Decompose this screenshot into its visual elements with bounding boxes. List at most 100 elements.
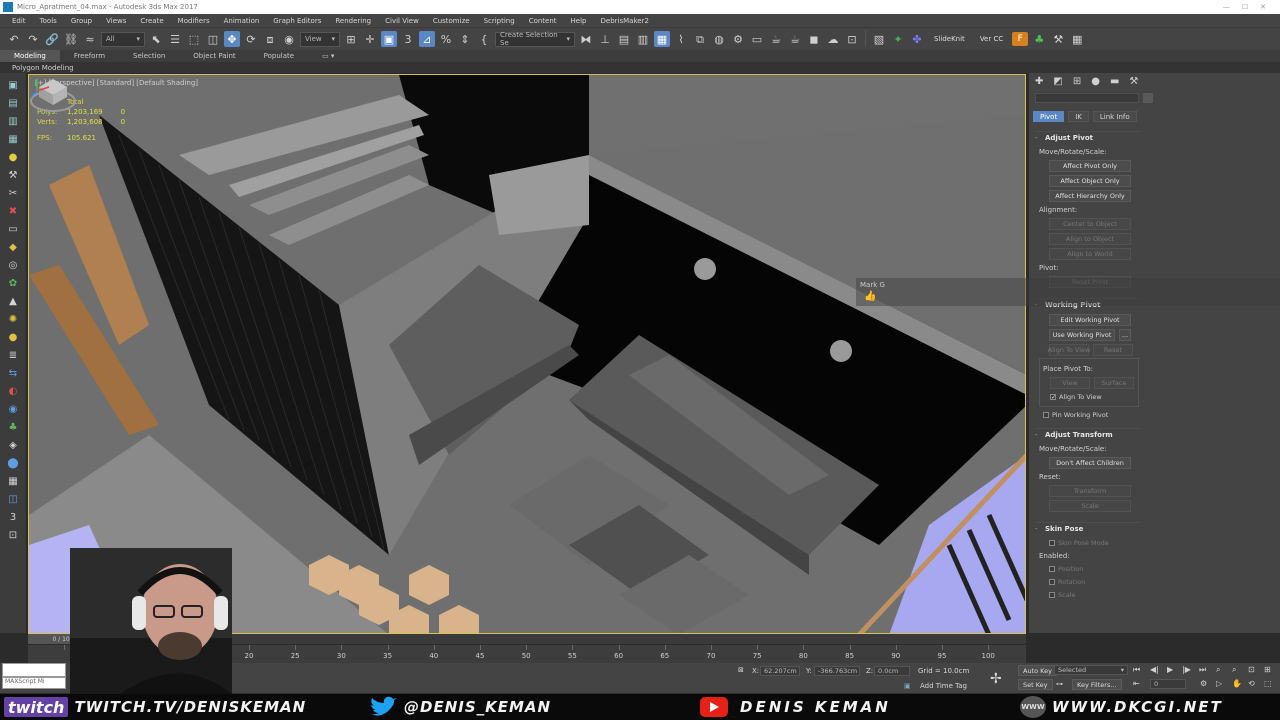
- create-tab-icon[interactable]: ✚: [1035, 76, 1043, 87]
- select-by-name-icon[interactable]: ☰: [167, 31, 183, 47]
- tab-object-paint[interactable]: Object Paint: [179, 50, 249, 62]
- website-link[interactable]: WWW WWW.DKCGI.NET: [1020, 694, 1223, 720]
- menu-tools[interactable]: Tools: [33, 17, 64, 25]
- keyboard-shortcut-override-icon[interactable]: ▣: [381, 31, 397, 47]
- menu-views[interactable]: Views: [99, 17, 133, 25]
- select-manipulate-icon[interactable]: ✛: [362, 31, 378, 47]
- vercc-button[interactable]: Ver CC: [974, 35, 1009, 43]
- script-window-icon[interactable]: ▧: [871, 31, 887, 47]
- maxscript-label[interactable]: MAXScript Mi: [2, 677, 66, 689]
- render-cloud-icon[interactable]: ☁: [825, 31, 841, 47]
- minimize-icon[interactable]: —: [1223, 3, 1230, 11]
- toggle-scene-explorer-icon[interactable]: ▤: [616, 31, 632, 47]
- undo-icon[interactable]: ↶: [6, 31, 22, 47]
- menu-customize[interactable]: Customize: [426, 17, 477, 25]
- skin-pose-mode-checkbox[interactable]: Skin Pose Mode: [1049, 537, 1141, 548]
- render-production-icon[interactable]: ☕: [768, 31, 784, 47]
- auto-key-button[interactable]: Auto Key: [1018, 665, 1057, 676]
- tool-icon[interactable]: ⚒: [6, 169, 20, 182]
- place-view-button[interactable]: View: [1050, 377, 1090, 389]
- pivot-center-icon[interactable]: ⊞: [343, 31, 359, 47]
- rollout-adjust-pivot[interactable]: - Adjust Pivot: [1035, 131, 1141, 144]
- motion-tab-icon[interactable]: ●: [1091, 76, 1100, 87]
- tool-icon[interactable]: ⇆: [6, 367, 20, 380]
- menu-scripting[interactable]: Scripting: [477, 17, 522, 25]
- menu-group[interactable]: Group: [64, 17, 99, 25]
- tool-icon[interactable]: ⊡: [6, 529, 20, 542]
- time-config-icon[interactable]: ⚙: [1200, 679, 1207, 688]
- key-selection-dropdown[interactable]: Selected ▾: [1054, 665, 1128, 675]
- tab-pivot[interactable]: Pivot: [1033, 111, 1065, 122]
- set-key-button[interactable]: Set Key: [1018, 679, 1053, 690]
- tool-icon[interactable]: ✖: [6, 205, 20, 218]
- close-icon[interactable]: ✕: [1260, 3, 1266, 11]
- previous-frame-icon[interactable]: ◀|: [1150, 665, 1159, 674]
- angle-snap-icon[interactable]: ⊿: [419, 31, 435, 47]
- rendered-frame-window-icon[interactable]: ▭: [749, 31, 765, 47]
- tool-icon[interactable]: ≣: [6, 349, 20, 362]
- reset-working-pivot-button[interactable]: Reset: [1093, 344, 1133, 356]
- grid-plugin-icon[interactable]: ▦: [1069, 31, 1085, 47]
- rect-selection-icon[interactable]: ⬚: [186, 31, 202, 47]
- key-mode-icon[interactable]: ⊶: [1056, 680, 1063, 688]
- align-to-view-button[interactable]: Align To View: [1048, 344, 1090, 356]
- window-crossing-icon[interactable]: ◫: [205, 31, 221, 47]
- tool-icon[interactable]: ◉: [6, 403, 20, 416]
- affect-hierarchy-only-button[interactable]: Affect Hierarchy Only: [1049, 190, 1131, 202]
- tool-icon[interactable]: ●: [6, 331, 20, 344]
- next-frame-icon[interactable]: |▶: [1182, 665, 1191, 674]
- reset-scale-button[interactable]: Scale: [1049, 500, 1131, 512]
- select-rotate-icon[interactable]: ⟳: [243, 31, 259, 47]
- bind-spacewarp-icon[interactable]: ≈: [82, 31, 98, 47]
- edit-named-selection-icon[interactable]: {: [476, 31, 492, 47]
- redo-icon[interactable]: ↷: [25, 31, 41, 47]
- spinner-snap-icon[interactable]: ⇕: [457, 31, 473, 47]
- twitch-link[interactable]: twitch TWITCH.TV/DENISKEMAN: [4, 694, 306, 720]
- hierarchy-tab-icon[interactable]: ⊞: [1073, 76, 1081, 87]
- menu-create[interactable]: Create: [133, 17, 170, 25]
- orbit-icon[interactable]: ⟲: [1248, 679, 1255, 688]
- absolute-mode-icon[interactable]: ⊠: [738, 666, 744, 674]
- unlink-icon[interactable]: ⛓: [63, 31, 79, 47]
- select-scale-icon[interactable]: ⧈: [262, 31, 278, 47]
- tool-icon[interactable]: ▲: [6, 295, 20, 308]
- tab-freeform[interactable]: Freeform: [60, 50, 119, 62]
- y-coordinate-field[interactable]: -366.763cm: [814, 666, 860, 676]
- menu-rendering[interactable]: Rendering: [328, 17, 378, 25]
- plugin-blue-icon[interactable]: ✤: [909, 31, 925, 47]
- render-activeshade-icon[interactable]: ◼: [806, 31, 822, 47]
- go-to-end-icon[interactable]: ⏭: [1199, 665, 1206, 675]
- menu-civil-view[interactable]: Civil View: [378, 17, 426, 25]
- twitter-link[interactable]: @DENIS_KEMAN: [368, 694, 551, 720]
- maximize-icon[interactable]: ☐: [1242, 3, 1248, 11]
- tree-plugin-icon[interactable]: ♣: [1031, 31, 1047, 47]
- tool-icon[interactable]: ✺: [6, 313, 20, 326]
- align-to-view-checkbox[interactable]: ✓ Align To View: [1050, 391, 1138, 402]
- tool-icon[interactable]: ▦: [6, 475, 20, 488]
- scale-checkbox[interactable]: Scale: [1049, 589, 1141, 600]
- place-surface-button[interactable]: Surface: [1094, 377, 1134, 389]
- render-iterative-icon[interactable]: ☕: [787, 31, 803, 47]
- percent-snap-icon[interactable]: %: [438, 31, 454, 47]
- add-time-tag-button[interactable]: Add Time Tag: [920, 682, 967, 690]
- tool-icon[interactable]: ◐: [6, 385, 20, 398]
- render-a360-icon[interactable]: ⊡: [844, 31, 860, 47]
- current-frame-field[interactable]: 0: [1150, 679, 1186, 689]
- go-to-start-icon[interactable]: ⏮: [1133, 665, 1140, 675]
- rollout-adjust-transform[interactable]: - Adjust Transform: [1035, 428, 1141, 441]
- object-name-field[interactable]: [1035, 93, 1139, 103]
- z-coordinate-field[interactable]: 0.0cm: [874, 666, 910, 676]
- pan-viewport-icon[interactable]: ✢: [990, 671, 1002, 687]
- tab-link-info[interactable]: Link Info: [1092, 111, 1137, 122]
- menu-content[interactable]: Content: [522, 17, 564, 25]
- menu-edit[interactable]: Edit: [0, 17, 33, 25]
- tool-icon[interactable]: ♣: [6, 421, 20, 434]
- link-icon[interactable]: 🔗: [44, 31, 60, 47]
- layout-icon[interactable]: ▤: [6, 97, 20, 110]
- pin-working-pivot-checkbox[interactable]: Pin Working Pivot: [1043, 409, 1141, 420]
- tool-icon[interactable]: ◆: [6, 241, 20, 254]
- tab-selection[interactable]: Selection: [119, 50, 179, 62]
- zoom-extents-icon[interactable]: ⊡: [1248, 665, 1255, 674]
- layout-icon[interactable]: ▦: [6, 133, 20, 146]
- utilities-tab-icon[interactable]: ⚒: [1129, 76, 1138, 87]
